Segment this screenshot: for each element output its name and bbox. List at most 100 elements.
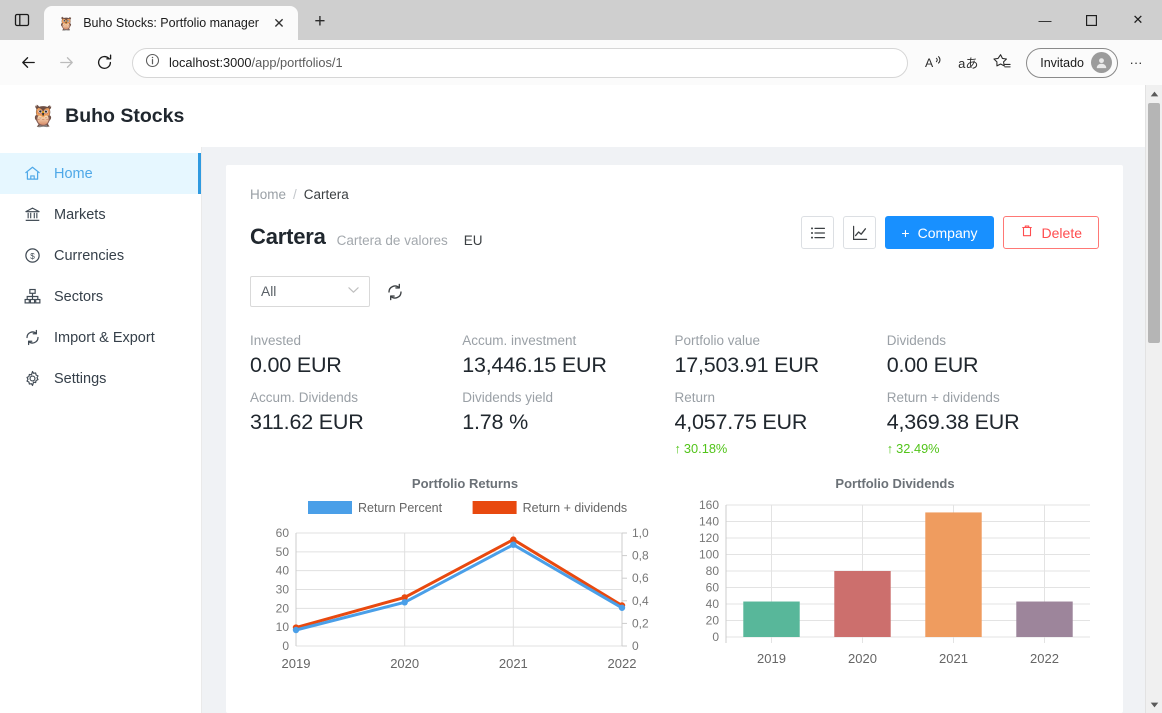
sidebar-item-home[interactable]: Home [0, 153, 201, 194]
tab-close-icon[interactable]: ✕ [268, 12, 290, 34]
stat-accum-investment: Accum. investment 13,446.15 EUR Dividend… [462, 333, 674, 456]
data-point [510, 541, 517, 548]
read-aloud-icon[interactable]: A [918, 48, 950, 78]
sidebar-item-currencies[interactable]: $ Currencies [0, 235, 201, 276]
svg-text:$: $ [30, 252, 35, 261]
stat-dividends: Dividends 0.00 EUR Return + dividends 4,… [887, 333, 1099, 456]
sidebar-item-label: Currencies [54, 247, 125, 264]
y-axis-tick-label: 60 [706, 581, 720, 595]
bar [834, 571, 891, 637]
forward-button [48, 47, 84, 79]
sidebar: Home Markets $ Currencies Sectors Import… [0, 147, 202, 713]
x-axis-tick-label: 2022 [1030, 651, 1059, 666]
x-axis-tick-label: 2021 [499, 656, 528, 671]
stat-value: 0.00 EUR [886, 353, 979, 377]
y-axis-tick-label: 0 [712, 630, 719, 644]
page-subtitle: Cartera de valores [336, 233, 448, 248]
charts-row: Portfolio Returns Return Percent Return +… [250, 476, 1099, 686]
app-body: Home Markets $ Currencies Sectors Import… [0, 147, 1145, 713]
line-chart-svg: Return Percent Return + dividends 0 10 20 30 4… [276, 501, 649, 671]
y-axis-tick-label: 40 [706, 597, 720, 611]
sidebar-item-label: Home [54, 165, 93, 182]
trash-icon [1020, 224, 1034, 241]
address-bar[interactable]: localhost:3000/app/portfolios/1 [132, 47, 909, 78]
bar-chart-svg: 0 20 40 60 80 100 120 140 160 2019 2020 2021 2022 [699, 498, 1090, 666]
status-badge: ↑ 32.49% [887, 441, 1099, 456]
y-axis-tick-label: 120 [699, 531, 719, 545]
stat-value: 17,503.91 EUR [674, 353, 820, 377]
add-company-button[interactable]: + Company [885, 216, 994, 249]
back-button[interactable] [10, 47, 46, 79]
gear-icon [24, 370, 41, 387]
breadcrumb-separator: / [293, 187, 297, 202]
arrow-up-icon: ↑ [886, 441, 894, 456]
x-axis-tick-label: 2019 [282, 656, 311, 671]
profile-button[interactable]: Invitado [1026, 47, 1118, 78]
site-info-icon[interactable] [145, 53, 160, 73]
tab-search-button[interactable] [0, 0, 44, 40]
period-filter-value: All [261, 284, 277, 299]
filter-row: All [250, 276, 1099, 307]
x-axis-tick-label: 2020 [390, 656, 419, 671]
stat-delta-value: 32.49% [896, 441, 940, 456]
sidebar-item-label: Markets [54, 206, 106, 223]
delete-button[interactable]: Delete [1002, 216, 1099, 249]
sidebar-item-import-export[interactable]: Import & Export [0, 317, 201, 358]
sidebar-item-markets[interactable]: Markets [0, 194, 201, 235]
svg-text:A: A [925, 56, 934, 70]
avatar [1091, 52, 1112, 73]
y-axis-tick-label: 80 [706, 564, 720, 578]
favorites-icon[interactable] [986, 48, 1018, 78]
scrollbar-thumb[interactable] [1148, 103, 1160, 343]
stat-portfolio-value: Portfolio value 17,503.91 EUR Return 4,0… [675, 333, 887, 456]
owl-logo-icon: 🦉 [30, 104, 57, 128]
owl-favicon-icon: 🦉 [58, 15, 75, 31]
y-axis-tick-label: 40 [276, 564, 290, 578]
currency-badge: EU [463, 233, 483, 248]
browser-titlebar: 🦉 Buho Stocks: Portfolio manager ✕ + — ✕ [0, 0, 1162, 40]
translate-icon[interactable]: aあ [952, 48, 984, 78]
dollar-circle-icon: $ [24, 247, 41, 264]
window-maximize-button[interactable] [1068, 0, 1114, 40]
sync-icon [24, 329, 41, 346]
scroll-up-arrow-icon[interactable] [1146, 85, 1162, 102]
legend-label: Return + dividends [523, 501, 628, 515]
x-axis-tick-label: 2019 [757, 651, 786, 666]
portfolio-title-row: Cartera Cartera de valores EU + Company … [250, 216, 1099, 250]
portfolio-dividends-chart[interactable]: Portfolio Dividends 0 20 40 60 80 100 120 140 16… [680, 476, 1110, 686]
period-filter-select[interactable]: All [250, 276, 370, 307]
y-axis-tick-label: 60 [276, 526, 290, 540]
url-host: localhost:3000 [169, 55, 252, 70]
y-axis-tick-label: 100 [699, 548, 719, 562]
list-view-button[interactable] [801, 216, 835, 249]
vertical-scrollbar[interactable] [1145, 85, 1162, 713]
sidebar-item-label: Import & Export [54, 329, 155, 346]
refresh-button[interactable] [386, 283, 404, 301]
app-header: 🦉 Buho Stocks [0, 85, 1145, 147]
y-axis-tick-label: 0 [282, 639, 289, 653]
sidebar-item-settings[interactable]: Settings [0, 358, 201, 399]
new-tab-button[interactable]: + [304, 6, 336, 38]
reload-button[interactable] [86, 47, 122, 79]
stat-label: Invested [250, 333, 302, 348]
stat-value-secondary: 1.78 % [462, 410, 528, 434]
scroll-down-arrow-icon[interactable] [1146, 696, 1162, 713]
web-page: 🦉 Buho Stocks Home Markets $ Currencies … [0, 85, 1145, 713]
portfolio-returns-chart[interactable]: Portfolio Returns Return Percent Return +… [250, 476, 680, 686]
stat-label: Accum. investment [462, 333, 577, 348]
stat-value: 13,446.15 EUR [462, 353, 607, 377]
data-point [292, 626, 300, 634]
window-close-button[interactable]: ✕ [1114, 0, 1162, 40]
breadcrumb-home[interactable]: Home [250, 187, 286, 202]
sidebar-item-sectors[interactable]: Sectors [0, 276, 201, 317]
y2-axis-tick-label: 0,8 [632, 549, 649, 563]
series-line [294, 543, 624, 632]
stat-label-secondary: Return [674, 390, 716, 405]
window-minimize-button[interactable]: — [1022, 0, 1068, 40]
legend-label: Return Percent [358, 501, 443, 515]
app-logo[interactable]: 🦉 Buho Stocks [30, 105, 184, 128]
browser-settings-icon[interactable]: ··· [1120, 48, 1152, 78]
chart-view-button[interactable] [843, 216, 877, 249]
browser-tab[interactable]: 🦉 Buho Stocks: Portfolio manager ✕ [44, 6, 298, 40]
y-axis-tick-label: 20 [706, 614, 720, 628]
